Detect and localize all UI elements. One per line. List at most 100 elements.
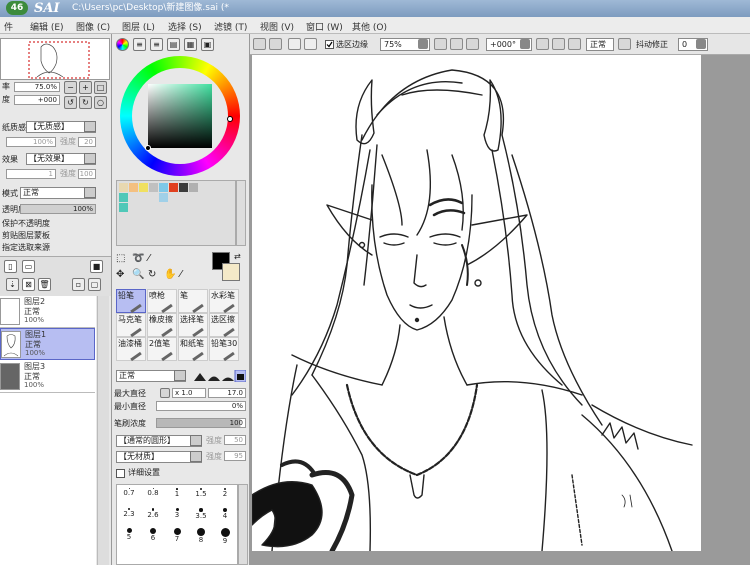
tool-pencil[interactable]: 铅笔	[116, 289, 146, 314]
undo-button[interactable]	[253, 38, 266, 50]
swatch[interactable]	[119, 193, 128, 202]
swatch[interactable]	[149, 183, 158, 192]
merge-down-icon[interactable]: ⊠	[22, 278, 35, 291]
saturation-value-square[interactable]	[148, 84, 212, 148]
tool-select-eraser[interactable]: 选区擦	[209, 313, 239, 338]
secondary-color[interactable]	[222, 263, 240, 281]
hue-cursor[interactable]	[227, 116, 233, 122]
swatch[interactable]	[119, 203, 128, 212]
layer-scrollbar[interactable]	[97, 296, 109, 565]
texture-scale-value[interactable]: 100%	[6, 137, 56, 147]
rotate-left-button[interactable]	[536, 38, 549, 50]
opacity-slider[interactable]: 100%	[20, 204, 96, 214]
clear-layer-icon[interactable]: ▫	[72, 278, 85, 291]
nav-rotate-left-button[interactable]: ↺	[64, 96, 77, 109]
menu-window[interactable]: 窗口 (W)	[306, 20, 343, 33]
color-mix-tab[interactable]: ▤	[167, 38, 180, 51]
tool-marker[interactable]: 马克笔	[116, 313, 146, 338]
canvas[interactable]	[252, 55, 701, 551]
brush-size-cell[interactable]: 4	[213, 507, 237, 526]
menu-edit[interactable]: 编辑 (E)	[30, 20, 64, 33]
brush-size-cell[interactable]: 1	[165, 487, 189, 506]
navigator-thumbnail[interactable]	[0, 38, 110, 80]
effect-strength-value[interactable]: 100	[78, 169, 96, 179]
brush-size-cell[interactable]: 2.3	[117, 507, 141, 526]
texture-strength-value[interactable]: 20	[78, 137, 96, 147]
stabilizer-dropdown-icon[interactable]	[696, 39, 706, 49]
shape-strength-value[interactable]: 50	[224, 435, 246, 445]
max-size-value[interactable]: 17.0	[208, 388, 246, 398]
tool-pencil30[interactable]: 铅笔30	[209, 337, 239, 362]
navigator-zoom-value[interactable]: 75.0%	[14, 82, 60, 92]
brush-size-cell[interactable]: 2	[213, 487, 237, 506]
hand-icon[interactable]: ✋	[164, 270, 176, 280]
menu-filter[interactable]: 滤镜 (T)	[214, 20, 247, 33]
nav-zoom-in-button[interactable]: +	[79, 81, 92, 94]
layer-item[interactable]: 图层2 正常 100%	[0, 296, 95, 328]
rgb-slider-tab[interactable]: ≡	[133, 38, 146, 51]
sv-cursor[interactable]	[145, 145, 151, 151]
protect-opacity-checkbox[interactable]: 保护不透明度	[2, 219, 50, 229]
lasso-icon[interactable]: ➰	[132, 254, 144, 264]
brush-size-cell[interactable]: 5	[117, 527, 141, 546]
rotate-right-button[interactable]	[552, 38, 565, 50]
zoom-out-button[interactable]	[434, 38, 447, 50]
selection-source-checkbox[interactable]: 指定选取来源	[2, 243, 50, 253]
tool-washi-pen[interactable]: 和纸笔	[178, 337, 208, 362]
brush-size-cell[interactable]: 6	[141, 527, 165, 546]
swatch[interactable]	[129, 183, 138, 192]
deselect-button[interactable]	[288, 38, 301, 50]
min-size-value[interactable]: 0%	[156, 401, 246, 411]
tool-select-pen[interactable]: 选择笔	[178, 313, 208, 338]
brush-blend-dropdown-icon[interactable]	[174, 370, 186, 381]
swatch-scrollbar[interactable]	[236, 180, 246, 246]
lock-layer-icon[interactable]: ▢	[88, 278, 101, 291]
tool-watercolor[interactable]: 水彩笔	[209, 289, 239, 314]
tool-bucket[interactable]: 油漆桶	[116, 337, 146, 362]
swatch[interactable]	[159, 183, 168, 192]
nav-rotate-right-button[interactable]: ↻	[79, 96, 92, 109]
layer-item-selected[interactable]: 图层1 正常 100%	[0, 328, 95, 360]
swatch[interactable]	[139, 183, 148, 192]
texture-dropdown-icon[interactable]	[84, 121, 96, 132]
brush-size-cell[interactable]: 3	[165, 507, 189, 526]
select-edge-checkbox[interactable]	[325, 40, 334, 49]
brush-size-cell[interactable]: 1.5	[189, 487, 213, 506]
rotate-reset-button[interactable]	[568, 38, 581, 50]
flip-button[interactable]	[618, 38, 631, 50]
rotate-tool-icon[interactable]: ↻	[148, 270, 156, 280]
eyedropper-icon[interactable]: ⁄	[180, 270, 182, 280]
layer-item[interactable]: 图层3 正常 100%	[0, 361, 95, 393]
brush-shape-dropdown-icon[interactable]	[190, 435, 202, 446]
menu-view[interactable]: 视图 (V)	[260, 20, 294, 33]
nav-fit-button[interactable]: □	[94, 81, 107, 94]
swatch-grid[interactable]	[116, 180, 236, 246]
canvas-area[interactable]	[250, 55, 750, 565]
tool-brush[interactable]: 笔	[178, 289, 208, 314]
blend-dropdown-icon[interactable]	[84, 187, 96, 198]
zoom-tool-icon[interactable]: 🔍	[132, 270, 144, 280]
brush-edge-presets[interactable]	[192, 369, 247, 383]
menu-select[interactable]: 选择 (S)	[168, 20, 202, 33]
brush-size-cell[interactable]: 3.5	[189, 507, 213, 526]
layer-mask-icon[interactable]: ■	[90, 260, 103, 273]
scratchpad-tab[interactable]: ▣	[201, 38, 214, 51]
new-layer-icon[interactable]: ▯	[4, 260, 17, 273]
size-grid-scrollbar[interactable]	[238, 484, 248, 565]
effect-dropdown-icon[interactable]	[84, 153, 96, 164]
mode-select[interactable]: 正常	[586, 38, 614, 51]
swap-colors-icon[interactable]: ⇄	[234, 252, 241, 262]
tool-airbrush[interactable]: 喷枪	[147, 289, 177, 314]
swatch[interactable]	[179, 183, 188, 192]
brush-size-cell[interactable]: 0.8	[141, 487, 165, 506]
brush-size-cell[interactable]: 0.7	[117, 487, 141, 506]
tool-eraser[interactable]: 橡皮擦	[147, 313, 177, 338]
brush-size-cell[interactable]: 9	[213, 527, 237, 546]
swatch[interactable]	[119, 183, 128, 192]
nav-zoom-out-button[interactable]: −	[64, 81, 77, 94]
rotation-dropdown-icon[interactable]	[520, 39, 530, 49]
brush-size-cell[interactable]: 2.6	[141, 507, 165, 526]
swatches-tab[interactable]: ▦	[184, 38, 197, 51]
zoom-dropdown-icon[interactable]	[418, 39, 428, 49]
menu-other[interactable]: 其他 (O)	[352, 20, 387, 33]
